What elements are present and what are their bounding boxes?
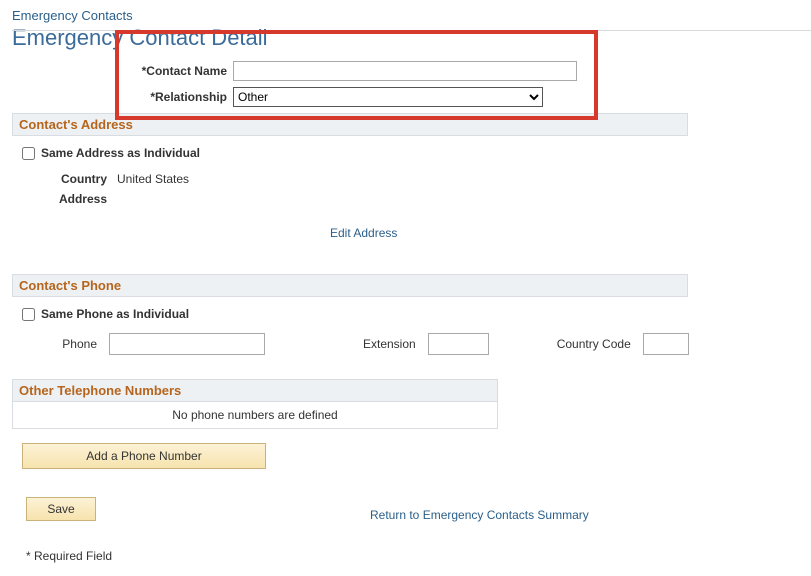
return-link[interactable]: Return to Emergency Contacts Summary bbox=[370, 508, 589, 522]
breadcrumb[interactable]: Emergency Contacts bbox=[12, 8, 799, 23]
extension-input[interactable] bbox=[428, 333, 489, 355]
relationship-select[interactable]: Other bbox=[233, 87, 543, 107]
contact-name-label: *Contact Name bbox=[12, 64, 233, 78]
country-code-input[interactable] bbox=[643, 333, 689, 355]
edit-address-link[interactable]: Edit Address bbox=[330, 226, 397, 240]
extension-label: Extension bbox=[363, 337, 420, 351]
section-other-phones: Other Telephone Numbers bbox=[12, 379, 498, 402]
divider bbox=[12, 30, 811, 31]
country-value: United States bbox=[117, 172, 189, 186]
same-phone-label: Same Phone as Individual bbox=[41, 307, 189, 321]
section-contact-phone: Contact's Phone bbox=[12, 274, 688, 297]
same-address-label: Same Address as Individual bbox=[41, 146, 200, 160]
relationship-label: *Relationship bbox=[12, 90, 233, 104]
section-contact-address: Contact's Address bbox=[12, 113, 688, 136]
same-address-checkbox[interactable] bbox=[22, 147, 35, 160]
same-address-row[interactable]: Same Address as Individual bbox=[22, 146, 799, 160]
other-phones-empty: No phone numbers are defined bbox=[12, 402, 498, 429]
same-phone-checkbox[interactable] bbox=[22, 308, 35, 321]
country-label: Country bbox=[22, 172, 117, 186]
phone-input[interactable] bbox=[109, 333, 265, 355]
same-phone-row[interactable]: Same Phone as Individual bbox=[22, 307, 799, 321]
contact-name-input[interactable] bbox=[233, 61, 577, 81]
add-phone-button[interactable]: Add a Phone Number bbox=[22, 443, 266, 469]
required-field-note: * Required Field bbox=[26, 549, 799, 563]
page-title: Emergency Contact Detail bbox=[12, 25, 799, 51]
country-code-label: Country Code bbox=[557, 337, 635, 351]
save-button[interactable]: Save bbox=[26, 497, 96, 521]
phone-label: Phone bbox=[22, 337, 101, 351]
address-label: Address bbox=[22, 192, 117, 206]
